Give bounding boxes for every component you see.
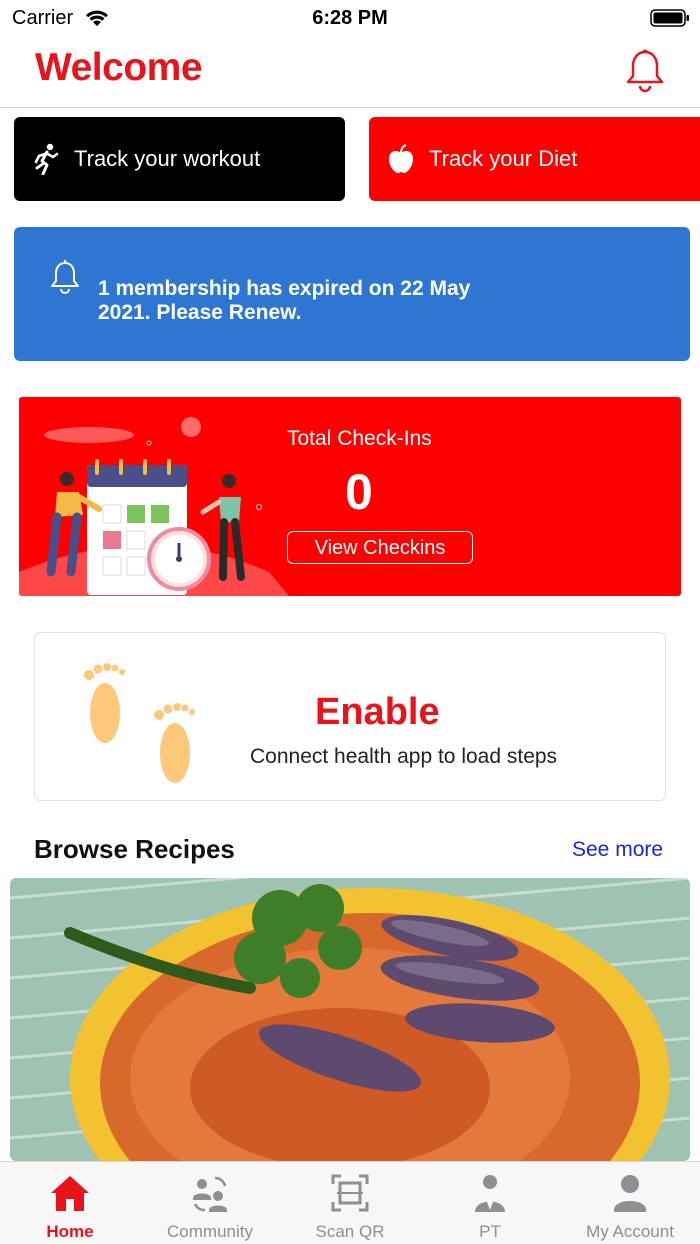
track-workout-label: Track your workout [74,146,261,171]
scan-qr-icon [331,1174,369,1212]
recipes-heading: Browse Recipes [34,834,235,864]
alert-message: 1 membership has expired on 22 May 2021.… [98,277,471,324]
bell-icon[interactable] [625,48,665,94]
page-title: Welcome [35,46,203,89]
trainer-icon [475,1175,505,1212]
tab-label: Scan QR [315,1222,385,1241]
tab-home[interactable]: Home [0,1162,140,1244]
health-steps-card[interactable]: Enable Connect health app to load steps [34,632,666,801]
apple-icon [385,143,417,175]
tab-label: Home [46,1222,94,1241]
tab-label: Community [167,1222,253,1241]
running-person-icon [30,143,62,175]
status-bar: Carrier 6:28 PM [0,0,700,36]
community-icon [193,1176,227,1212]
view-checkins-button[interactable]: View Checkins [287,531,473,564]
recipe-photo[interactable] [10,878,690,1161]
calendar-people-illustration [19,417,289,596]
tab-scan-qr[interactable]: Scan QR [280,1162,420,1244]
track-diet-button[interactable]: Track your Diet [369,117,700,201]
enable-title: Enable [315,691,440,733]
tab-my-account[interactable]: My Account [560,1162,700,1244]
membership-alert[interactable]: 1 membership has expired on 22 May 2021.… [14,227,690,361]
footprints-icon [84,663,195,783]
battery-icon [650,9,689,27]
track-workout-button[interactable]: Track your workout [14,117,345,201]
account-icon [614,1175,646,1212]
enable-subtitle: Connect health app to load steps [250,745,558,768]
tab-pt[interactable]: PT [420,1162,560,1244]
tab-label: My Account [586,1222,674,1241]
track-diet-label: Track your Diet [429,146,578,171]
tab-label: PT [479,1222,501,1241]
checkins-card: Total Check-Ins 0 View Checkins [19,397,681,596]
bottom-tab-bar: Home Community Scan QR PT My Account [0,1161,700,1244]
app-header: Welcome [0,36,700,108]
clock-time: 6:28 PM [312,7,388,29]
home-icon [51,1176,89,1211]
tab-community[interactable]: Community [140,1162,280,1244]
checkins-count: 0 [345,464,373,520]
total-checkins-label: Total Check-Ins [287,427,432,450]
see-more-link[interactable]: See more [572,838,663,862]
bell-outline-icon [51,260,79,294]
